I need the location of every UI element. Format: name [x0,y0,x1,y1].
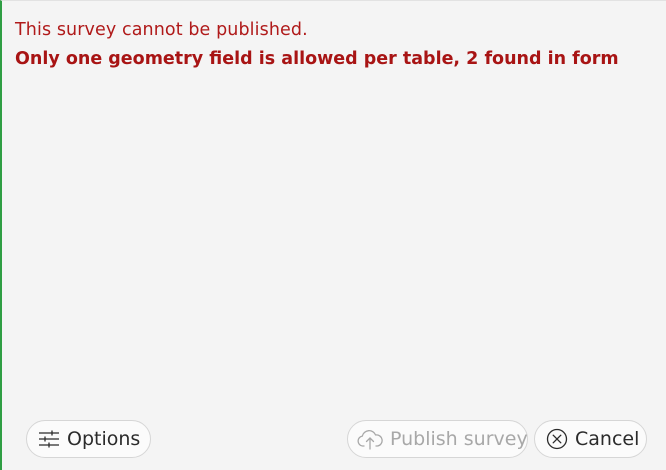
error-detail: Only one geometry field is allowed per t… [15,49,619,69]
cancel-label: Cancel [575,428,640,450]
close-circle-icon [545,427,569,451]
publish-label: Publish survey [390,428,528,450]
cloud-upload-icon [356,428,384,450]
options-button[interactable]: Options [26,420,151,458]
publish-dialog: This survey cannot be published. Only on… [0,0,666,470]
error-title: This survey cannot be published. [15,20,308,40]
options-label: Options [67,428,141,450]
cancel-button[interactable]: Cancel [534,420,647,458]
publish-survey-button[interactable]: Publish survey [347,420,528,458]
sliders-icon [37,429,61,449]
message-area: This survey cannot be published. Only on… [15,18,656,71]
